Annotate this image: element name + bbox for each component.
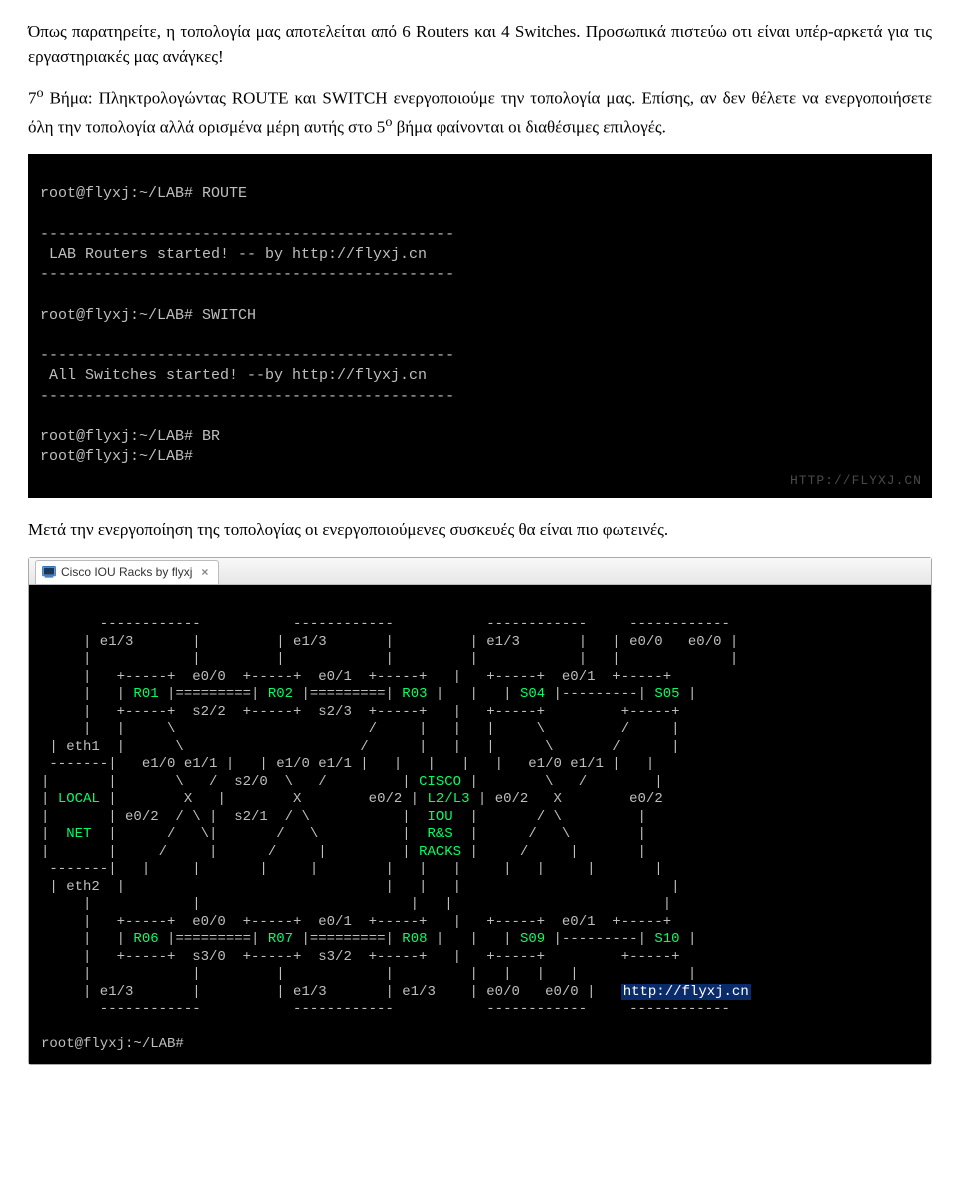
tab-bar: Cisco IOU Racks by flyxj ×: [29, 558, 931, 585]
label-local: LOCAL: [58, 791, 100, 807]
t1-l9: ----------------------------------------…: [40, 347, 454, 364]
p2-mid-b: βήμα φαίνονται οι διαθέσιμες επιλογές.: [392, 117, 666, 136]
rk-l16: | eth2 | | | | |: [41, 879, 680, 895]
t1-l13: root@flyxj:~/LAB# BR: [40, 428, 220, 445]
rk-l17: | | | | |: [41, 896, 671, 912]
rk-l21: | | | | | | | | |: [41, 966, 696, 982]
racks-prompt: root@flyxj:~/LAB#: [41, 1036, 184, 1052]
url-link[interactable]: http://flyxj.cn: [621, 984, 751, 1000]
rk-l15: -------| | | | | | | | | | | |: [41, 861, 663, 877]
rk-l3: | | | | | | | |: [41, 651, 738, 667]
rk-l19e: |---------|: [545, 931, 654, 947]
rk-l5c: |=========|: [293, 686, 402, 702]
step7-paragraph: 7ο Βήμα: Πληκτρολογώντας ROUTE και SWITC…: [28, 83, 932, 140]
rk-l5e: |---------|: [545, 686, 654, 702]
tab-title: Cisco IOU Racks by flyxj: [61, 564, 192, 581]
label-r03: R03: [402, 686, 427, 702]
p2-sup: ο: [37, 85, 44, 101]
racks-diagram: ------------ ------------ ------------ -…: [29, 585, 931, 1064]
racks-window: Cisco IOU Racks by flyxj × ------------ …: [28, 557, 932, 1065]
rk-l22a: | e1/3 | | e1/3 | e1/3 | e0/0 e0/0 |: [41, 984, 621, 1000]
rk-l14b: | / | |: [461, 844, 646, 860]
rk-l2: | e1/3 | | e1/3 | | e1/3 | | e0/0 e0/0 |: [41, 634, 738, 650]
rk-l20: | +-----+ s3/0 +-----+ s3/2 +-----+ | +-…: [41, 949, 680, 965]
after-activation-paragraph: Μετά την ενεργοποίηση της τοπολογίας οι …: [28, 518, 932, 543]
rk-l5f: |: [680, 686, 697, 702]
rk-l11c: | e0/2 X e0/2: [470, 791, 663, 807]
rk-l10a: | | \ / s2/0 \ / |: [41, 774, 419, 790]
t1-l3: ----------------------------------------…: [40, 226, 454, 243]
label-rs: R&S: [419, 826, 461, 842]
terminal-output-1: root@flyxj:~/LAB# ROUTE ----------------…: [28, 154, 932, 498]
close-icon[interactable]: ×: [201, 564, 208, 581]
rk-l19a: | |: [41, 931, 133, 947]
label-r06: R06: [133, 931, 158, 947]
label-racks: RACKS: [419, 844, 461, 860]
rk-l19f: |: [680, 931, 697, 947]
rk-l6: | +-----+ s2/2 +-----+ s2/3 +-----+ | +-…: [41, 704, 680, 720]
label-r01: R01: [133, 686, 158, 702]
rk-l11a: |: [41, 791, 58, 807]
rk-l19d: | | |: [428, 931, 520, 947]
p2-pre: 7: [28, 89, 37, 108]
t1-l4: LAB Routers started! -- by http://flyxj.…: [40, 246, 427, 263]
intro-paragraph: Όπως παρατηρείτε, η τοπολογία μας αποτελ…: [28, 20, 932, 69]
terminal-icon: [42, 566, 56, 578]
label-s09: S09: [520, 931, 545, 947]
label-s10: S10: [654, 931, 679, 947]
label-iou: IOU: [419, 809, 461, 825]
label-r02: R02: [268, 686, 293, 702]
label-net: NET: [66, 826, 91, 842]
t1-l11: ----------------------------------------…: [40, 388, 454, 405]
rk-l14a: | | / | / | |: [41, 844, 419, 860]
rk-l5d: | | |: [428, 686, 520, 702]
tab-cisco-iou[interactable]: Cisco IOU Racks by flyxj ×: [35, 560, 219, 584]
rk-l5b: |=========|: [159, 686, 268, 702]
rk-l19c: |=========|: [293, 931, 402, 947]
rk-l9: -------| e1/0 e1/1 | | e1/0 e1/1 | | | |…: [41, 756, 654, 772]
rk-l13b: | / \| / \ |: [91, 826, 419, 842]
label-cisco: CISCO: [419, 774, 461, 790]
t1-l5: ----------------------------------------…: [40, 266, 454, 283]
watermark: HTTP://FLYXJ.CN: [790, 472, 922, 490]
rk-l11b: | X | X e0/2 |: [100, 791, 428, 807]
label-l2l3: L2/L3: [427, 791, 469, 807]
rk-l13c: | / \ |: [461, 826, 646, 842]
rk-l12b: | / \ |: [461, 809, 646, 825]
t1-l10: All Switches started! --by http://flyxj.…: [40, 367, 427, 384]
rk-l12a: | | e0/2 / \ | s2/1 / \ |: [41, 809, 419, 825]
label-r08: R08: [402, 931, 427, 947]
rk-l5a: | |: [41, 686, 133, 702]
rk-l18: | +-----+ e0/0 +-----+ e0/1 +-----+ | +-…: [41, 914, 671, 930]
label-s05: S05: [654, 686, 679, 702]
t1-l1: root@flyxj:~/LAB# ROUTE: [40, 185, 247, 202]
rk-l13a: |: [41, 826, 66, 842]
rk-l8: | eth1 | \ / | | | \ / |: [41, 739, 680, 755]
rk-l1: ------------ ------------ ------------ -…: [41, 616, 730, 632]
label-r07: R07: [268, 931, 293, 947]
rk-l23: ------------ ------------ ------------ -…: [41, 1001, 730, 1017]
rk-l10b: | \ / |: [461, 774, 663, 790]
rk-l7: | | \ / | | | \ / |: [41, 721, 680, 737]
rk-l4: | +-----+ e0/0 +-----+ e0/1 +-----+ | +-…: [41, 669, 671, 685]
t1-l14: root@flyxj:~/LAB#: [40, 448, 193, 465]
rk-l19b: |=========|: [159, 931, 268, 947]
t1-l7: root@flyxj:~/LAB# SWITCH: [40, 307, 256, 324]
label-s04: S04: [520, 686, 545, 702]
